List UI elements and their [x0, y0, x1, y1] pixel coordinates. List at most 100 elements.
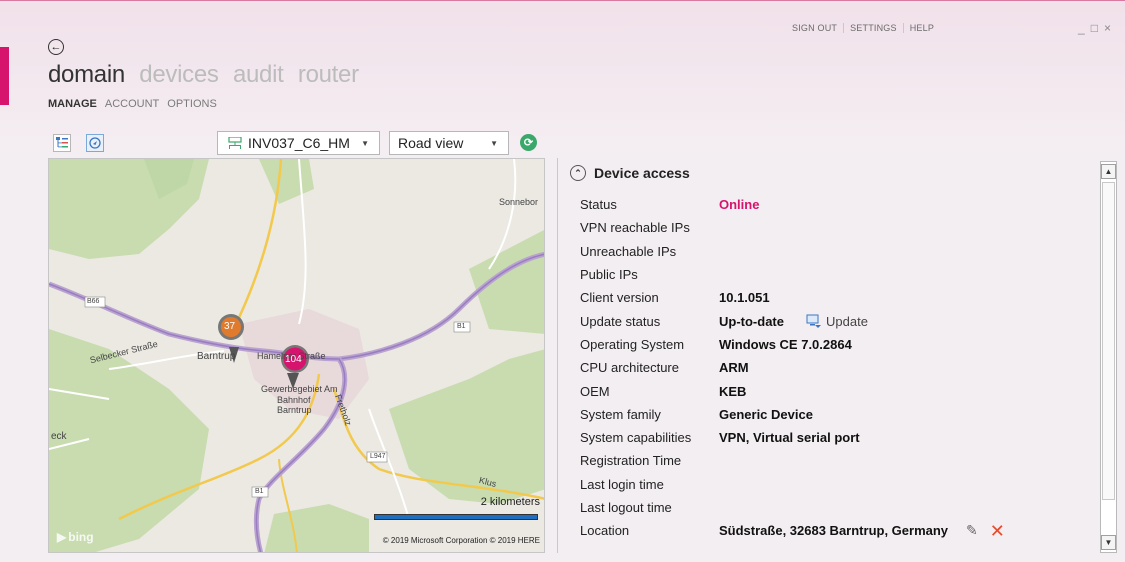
- update-label: Update: [826, 313, 868, 329]
- row-label: Last login time: [580, 476, 664, 492]
- row-value-wrap: Südstraße, 32683 Barntrup, Germany ✎ ✕: [719, 522, 1005, 540]
- row-label: VPN reachable IPs: [580, 220, 690, 236]
- update-button[interactable]: Update: [806, 314, 868, 329]
- row-label: System capabilities: [580, 430, 692, 446]
- row-vpn-reachable: VPN reachable IPs: [565, 216, 1095, 239]
- row-label: Update status: [580, 313, 661, 329]
- row-value: VPN, Virtual serial port: [719, 430, 860, 446]
- bing-logo-icon: ▶: [57, 530, 67, 544]
- minimize-button[interactable]: _: [1078, 21, 1085, 35]
- row-label: Registration Time: [580, 453, 682, 469]
- device-selector[interactable]: INV037_C6_HM ▼: [217, 131, 380, 155]
- device-selector-value: INV037_C6_HM: [248, 135, 350, 151]
- road-shield-b66: B66: [87, 298, 100, 305]
- settings-link[interactable]: SETTINGS: [844, 23, 904, 33]
- chevron-down-icon: ▼: [361, 139, 369, 148]
- subnav-options[interactable]: OPTIONS: [167, 98, 217, 110]
- refresh-icon[interactable]: ⟳: [520, 134, 537, 151]
- app-window: SIGN OUT SETTINGS HELP _ □ × ← domain de…: [0, 0, 1125, 562]
- nav-devices[interactable]: devices: [139, 61, 219, 88]
- network-device-icon: [228, 137, 242, 149]
- window-controls: _ □ ×: [1078, 21, 1111, 35]
- device-access-panel: ⌃ Device access Status Online VPN reacha…: [565, 161, 1095, 542]
- map-copyright: © 2019 Microsoft Corporation © 2019 HERE: [382, 536, 540, 545]
- row-label: Client version: [580, 290, 659, 306]
- delete-icon[interactable]: ✕: [990, 522, 1005, 540]
- row-label: Public IPs: [580, 267, 638, 283]
- road-shield-l947: L947: [370, 453, 386, 460]
- panel-title: Device access: [594, 165, 690, 181]
- main-nav: domain devices audit router: [48, 61, 367, 89]
- chevron-down-icon: ▼: [490, 139, 498, 148]
- sign-out-link[interactable]: SIGN OUT: [786, 23, 845, 33]
- subnav-manage[interactable]: MANAGE: [48, 98, 97, 110]
- tree-view-icon: [56, 137, 68, 148]
- row-unreachable: Unreachable IPs: [565, 240, 1095, 263]
- sub-nav: MANAGE ACCOUNT OPTIONS: [48, 98, 217, 110]
- row-system-family: System family Generic Device: [565, 403, 1095, 426]
- panel-divider: [557, 158, 558, 553]
- row-label: Status: [580, 197, 617, 213]
- row-capabilities: System capabilities VPN, Virtual serial …: [565, 426, 1095, 449]
- row-cpu: CPU architecture ARM: [565, 356, 1095, 379]
- road-shield-b1: B1: [457, 323, 466, 330]
- back-arrow-icon[interactable]: ←: [48, 39, 64, 55]
- row-value: KEB: [719, 383, 747, 399]
- row-value: Up-to-date: [719, 313, 784, 329]
- nav-domain[interactable]: domain: [48, 61, 125, 88]
- chevron-up-icon[interactable]: ⌃: [570, 165, 586, 181]
- help-link[interactable]: HELP: [904, 23, 940, 33]
- panel-header[interactable]: ⌃ Device access: [570, 165, 1095, 181]
- map-view-selector[interactable]: Road view ▼: [389, 131, 509, 155]
- close-button[interactable]: ×: [1104, 21, 1111, 35]
- row-label: Last logout time: [580, 500, 672, 515]
- row-label: OEM: [580, 383, 610, 399]
- marker-count-orange[interactable]: 37: [224, 321, 235, 332]
- map-view[interactable]: Sonnebor B66 B1 B1 L947 Selbecker Straße…: [48, 158, 545, 553]
- row-location: Location Südstraße, 32683 Barntrup, Germ…: [565, 519, 1095, 542]
- nav-router[interactable]: router: [298, 61, 359, 88]
- compass-icon: [89, 137, 101, 149]
- panel-scrollbar[interactable]: ▲ ▼: [1100, 161, 1117, 553]
- nav-audit[interactable]: audit: [233, 61, 284, 88]
- row-label: System family: [580, 406, 661, 422]
- scroll-thumb[interactable]: [1102, 182, 1115, 500]
- pencil-icon[interactable]: ✎: [966, 522, 978, 539]
- row-value-wrap: Up-to-date Update: [719, 314, 868, 329]
- map-label-gewerbe2: Bahnhof: [277, 395, 311, 405]
- maximize-button[interactable]: □: [1091, 21, 1098, 35]
- location-value: Südstraße, 32683 Barntrup, Germany: [719, 523, 949, 539]
- row-client-version: Client version 10.1.051: [565, 286, 1095, 309]
- map-label-gewerbe3: Barntrup: [277, 405, 312, 415]
- row-status: Status Online: [565, 193, 1095, 216]
- top-nav: SIGN OUT SETTINGS HELP: [786, 23, 940, 33]
- scroll-down-icon[interactable]: ▼: [1101, 535, 1116, 550]
- marker-count-pink[interactable]: 104: [285, 354, 302, 365]
- map-scale-label: 2 kilometers: [480, 496, 540, 508]
- map-view-value: Road view: [398, 135, 464, 151]
- bing-logo-text: bing: [68, 530, 94, 544]
- subnav-account[interactable]: ACCOUNT: [105, 98, 159, 110]
- map-label-barntrup: Barntrup: [197, 351, 236, 362]
- row-label: CPU architecture: [580, 360, 679, 376]
- map-scale-bar: [374, 514, 538, 520]
- row-label: Location: [580, 523, 630, 539]
- map-view-button[interactable]: [86, 134, 104, 152]
- row-public-ips: Public IPs: [565, 263, 1095, 286]
- row-value: 10.1.051: [719, 290, 770, 306]
- row-last-logout: Last logout time: [565, 496, 1095, 519]
- row-os: Operating System Windows CE 7.0.2864: [565, 333, 1095, 356]
- row-value: Generic Device: [719, 406, 813, 422]
- map-label-sonnebor: Sonnebor: [498, 197, 538, 207]
- row-label: Unreachable IPs: [580, 243, 677, 259]
- row-last-login: Last login time: [565, 473, 1095, 496]
- row-update-status: Update status Up-to-date Update: [565, 309, 1095, 332]
- road-shield-b1-south: B1: [255, 488, 264, 495]
- row-oem: OEM KEB: [565, 379, 1095, 402]
- row-value: ARM: [719, 360, 749, 376]
- row-label: Operating System: [580, 336, 685, 352]
- scroll-up-icon[interactable]: ▲: [1101, 164, 1116, 179]
- tree-view-button[interactable]: [53, 134, 71, 152]
- status-value: Online: [719, 197, 760, 213]
- row-registration: Registration Time: [565, 449, 1095, 472]
